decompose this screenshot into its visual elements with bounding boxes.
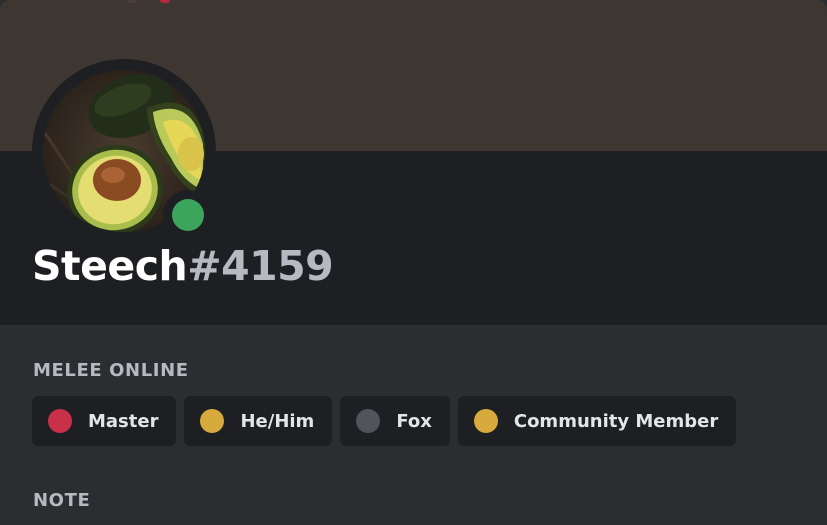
role-color-dot (473, 409, 498, 433)
banner-decoration (127, 0, 137, 3)
role-label: Master (88, 410, 159, 432)
role-pill-community-member[interactable]: Community Member (457, 396, 737, 446)
role-label: He/Him (240, 410, 315, 432)
online-status-icon (172, 199, 204, 231)
role-pill-he-him[interactable]: He/Him (184, 396, 333, 446)
role-color-dot (200, 409, 225, 433)
profile-card: Steech#4159 MELEE ONLINE Master He/Him F… (0, 0, 827, 525)
server-section-title: MELEE ONLINE (33, 360, 189, 381)
role-label: Fox (396, 410, 432, 432)
role-list: Master He/Him Fox Community Member (32, 396, 737, 446)
banner-decoration (160, 0, 170, 3)
role-pill-master[interactable]: Master (32, 396, 177, 446)
role-color-dot (48, 409, 72, 433)
role-pill-fox[interactable]: Fox (340, 396, 450, 446)
role-label: Community Member (513, 410, 719, 432)
role-color-dot (356, 409, 381, 433)
note-section-title: NOTE (33, 490, 91, 511)
username-name: Steech (32, 242, 188, 290)
username[interactable]: Steech#4159 (32, 240, 334, 292)
username-tag: #4159 (187, 242, 334, 290)
